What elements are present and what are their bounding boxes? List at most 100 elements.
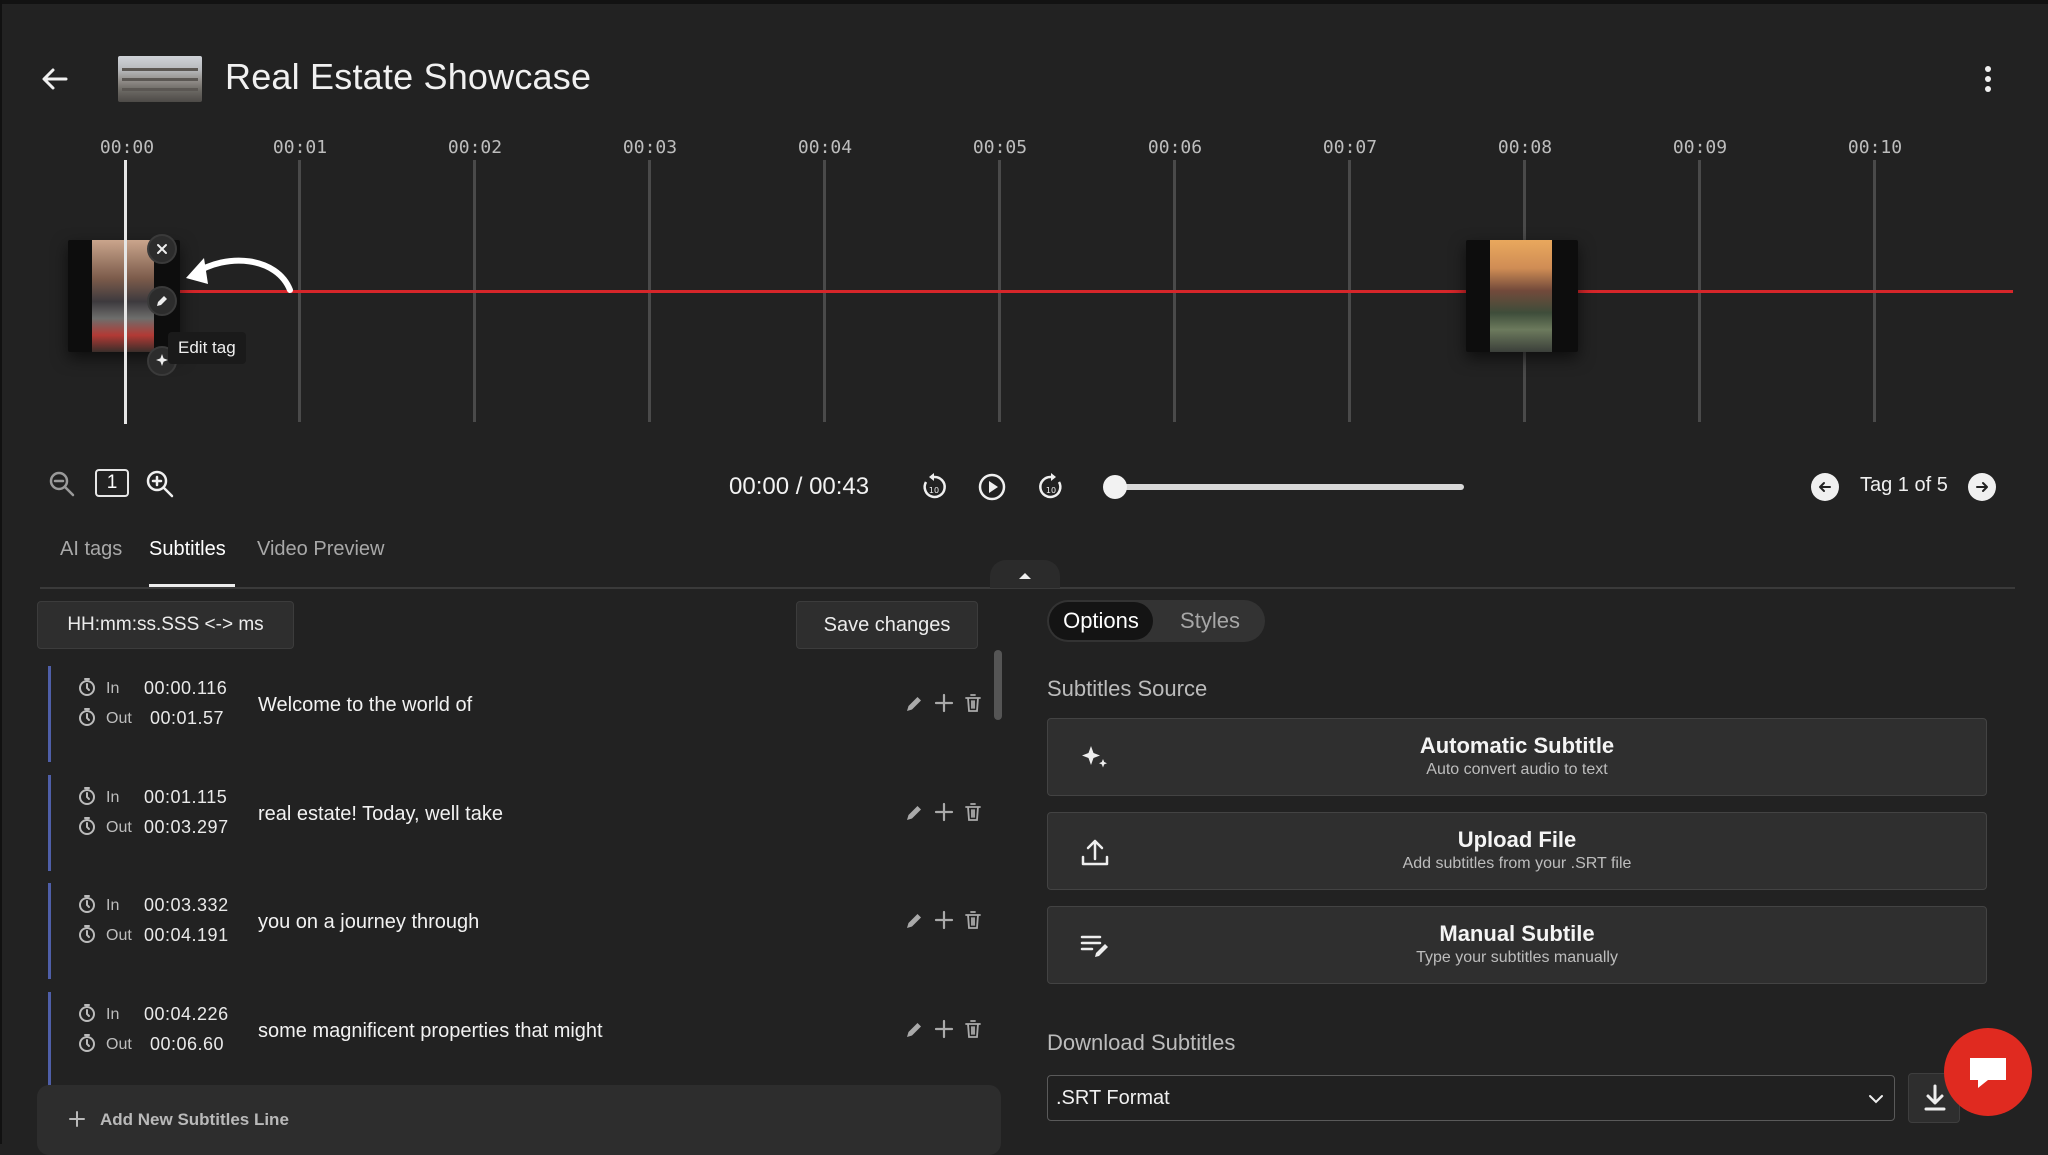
- plus-icon[interactable]: [933, 1018, 955, 1040]
- out-time[interactable]: 00:01.57: [150, 708, 224, 729]
- tab-subtitles[interactable]: Subtitles: [149, 538, 226, 561]
- tab-ai-tags[interactable]: AI tags: [60, 538, 122, 561]
- save-changes-button[interactable]: Save changes: [796, 601, 978, 649]
- subtitles-source-heading: Subtitles Source: [1047, 676, 1208, 701]
- timeline-tick-label: 00:09: [1672, 137, 1728, 158]
- trash-icon[interactable]: [962, 692, 984, 714]
- previous-tag-button[interactable]: [1811, 473, 1839, 501]
- video-thumbnail: [118, 56, 202, 102]
- pencil-icon: [157, 296, 167, 306]
- timeline-tick-label: 00:07: [1322, 137, 1378, 158]
- out-time[interactable]: 00:03.297: [144, 817, 229, 838]
- left-border: [0, 0, 2, 1144]
- chat-support-button[interactable]: [1944, 1028, 2032, 1116]
- subtitle-text[interactable]: real estate! Today, well take: [258, 803, 503, 826]
- clock-icon: [78, 787, 96, 805]
- playback-timecode: 00:00 / 00:43: [729, 473, 870, 500]
- trash-icon[interactable]: [962, 801, 984, 823]
- upload-file-card[interactable]: Upload File Add subtitles from your .SRT…: [1047, 812, 1987, 890]
- clock-icon: [78, 1034, 96, 1052]
- clock-icon: [78, 708, 96, 726]
- card-subtitle: Auto convert audio to text: [1426, 761, 1608, 778]
- in-time[interactable]: 00:03.332: [144, 895, 229, 916]
- in-label: In: [106, 1006, 120, 1023]
- curved-arrow-icon: [182, 252, 294, 302]
- timeline-tick-label: 00:03: [622, 137, 678, 158]
- edit-tag-tooltip: Edit tag: [168, 332, 246, 364]
- forward-10-icon[interactable]: 10: [1037, 472, 1065, 502]
- add-subtitle-line-label: Add New Subtitles Line: [100, 1110, 289, 1129]
- next-tag-button[interactable]: [1968, 473, 1996, 501]
- collapse-panel-button[interactable]: [990, 560, 1060, 588]
- out-time[interactable]: 00:06.60: [150, 1034, 224, 1055]
- subtitle-row[interactable]: In 00:03.332 Out 00:04.191 you on a jour…: [40, 883, 1000, 979]
- trash-icon[interactable]: [962, 1018, 984, 1040]
- chat-icon: [1970, 1058, 2006, 1088]
- time-format-toggle-button[interactable]: HH:mm:ss.SSS <-> ms: [37, 601, 294, 649]
- pencil-icon[interactable]: [904, 801, 926, 823]
- row-accent: [48, 666, 51, 762]
- tab-video-preview[interactable]: Video Preview: [257, 538, 384, 561]
- out-label: Out: [106, 1036, 132, 1053]
- in-label: In: [106, 897, 120, 914]
- download-format-select[interactable]: .SRT Format: [1047, 1075, 1895, 1121]
- back-arrow-icon[interactable]: [38, 62, 72, 96]
- subtitle-row[interactable]: In 00:04.226 Out 00:06.60 some magnifice…: [40, 992, 1000, 1088]
- tag-counter: Tag 1 of 5: [1860, 474, 1948, 496]
- remove-tag-button[interactable]: [147, 234, 177, 264]
- subtitle-text[interactable]: Welcome to the world of: [258, 694, 472, 717]
- card-subtitle: Type your subtitles manually: [1416, 949, 1618, 966]
- out-label: Out: [106, 710, 132, 727]
- top-border: [0, 0, 2048, 4]
- plus-icon[interactable]: [933, 692, 955, 714]
- pencil-icon[interactable]: [904, 1018, 926, 1040]
- subtitle-row[interactable]: In 00:00.116 Out 00:01.57 Welcome to the…: [40, 666, 1000, 762]
- out-time[interactable]: 00:04.191: [144, 925, 229, 946]
- in-time[interactable]: 00:04.226: [144, 1004, 229, 1025]
- row-accent: [48, 992, 51, 1088]
- rewind-10-icon[interactable]: 10: [920, 472, 948, 502]
- plus-icon[interactable]: [933, 909, 955, 931]
- chevron-down-icon: [1868, 1092, 1884, 1104]
- zoom-in-icon[interactable]: [145, 469, 175, 499]
- select-value: .SRT Format: [1056, 1087, 1170, 1109]
- timeline-tick-label: 00:04: [797, 137, 853, 158]
- timeline-tag-clip[interactable]: [1466, 240, 1578, 352]
- play-icon[interactable]: [977, 472, 1007, 502]
- clock-icon: [78, 1004, 96, 1022]
- close-icon: [157, 244, 167, 254]
- timeline-tick-label: 00:02: [447, 137, 503, 158]
- zoom-level: 1: [95, 469, 129, 497]
- card-title: Automatic Subtitle: [1419, 733, 1615, 758]
- download-subtitles-heading: Download Subtitles: [1047, 1030, 1236, 1055]
- out-label: Out: [106, 927, 132, 944]
- subtitle-text[interactable]: you on a journey through: [258, 911, 479, 934]
- page-title: Real Estate Showcase: [225, 56, 592, 97]
- subtitle-row[interactable]: In 00:01.115 Out 00:03.297 real estate! …: [40, 775, 1000, 871]
- timeline-tick-label: 00:10: [1847, 137, 1903, 158]
- plus-icon[interactable]: [933, 801, 955, 823]
- clock-icon: [78, 678, 96, 696]
- timeline-tick-label: 00:00: [99, 137, 155, 158]
- segment-styles[interactable]: Styles: [1160, 602, 1260, 640]
- segment-options[interactable]: Options: [1049, 602, 1153, 640]
- arrow-right-icon: [1976, 482, 1988, 492]
- zoom-out-icon[interactable]: [48, 470, 76, 498]
- timeline-tick-label: 00:06: [1147, 137, 1203, 158]
- seek-bar[interactable]: [1112, 484, 1464, 490]
- trash-icon[interactable]: [962, 909, 984, 931]
- in-time[interactable]: 00:01.115: [144, 787, 227, 808]
- in-time[interactable]: 00:00.116: [144, 678, 227, 699]
- edit-tag-button[interactable]: [147, 286, 177, 316]
- card-title: Upload File: [1457, 827, 1577, 852]
- seek-handle[interactable]: [1103, 475, 1127, 499]
- subtitle-text[interactable]: some magnificent properties that might: [258, 1020, 603, 1043]
- pencil-icon[interactable]: [904, 909, 926, 931]
- playhead[interactable]: [124, 160, 127, 424]
- manual-subtitle-card[interactable]: Manual Subtile Type your subtitles manua…: [1047, 906, 1987, 984]
- chevron-up-icon: [1019, 573, 1031, 579]
- automatic-subtitle-card[interactable]: Automatic Subtitle Auto convert audio to…: [1047, 718, 1987, 796]
- more-options-icon[interactable]: [1976, 62, 2000, 96]
- pencil-icon[interactable]: [904, 692, 926, 714]
- in-label: In: [106, 789, 120, 806]
